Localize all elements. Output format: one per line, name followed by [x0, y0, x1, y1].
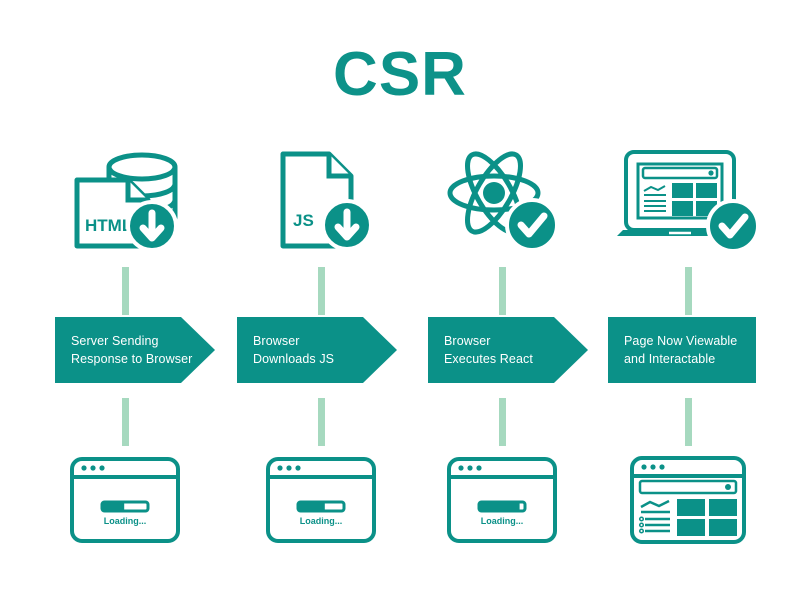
- connector-dashes-top: [122, 267, 129, 315]
- browser-status-label: Loading...: [481, 516, 524, 526]
- connector-dashes-bottom: [685, 398, 692, 446]
- react-atom-check-icon: [412, 145, 592, 255]
- connector-dashes-top: [685, 267, 692, 315]
- browser-rendered-window: [598, 450, 778, 550]
- step-column-1: HTML Server Sending Response to Browser …: [35, 145, 215, 555]
- step-banner-4: Page Now Viewable and Interactable: [608, 317, 756, 383]
- step-column-3: Browser Executes React Loading...: [412, 145, 592, 555]
- step-banner-label: Server Sending Response to Browser: [71, 333, 193, 366]
- connector-dashes-bottom: [499, 398, 506, 446]
- step-banner-label: Page Now Viewable and Interactable: [624, 333, 738, 366]
- browser-loading-window: Loading...: [231, 450, 411, 550]
- js-icon-label: JS: [293, 211, 314, 230]
- connector-dashes-bottom: [122, 398, 129, 446]
- step-banner-2: Browser Downloads JS: [237, 317, 397, 383]
- connector-dashes-top: [499, 267, 506, 315]
- js-document-download-icon: JS: [231, 145, 411, 255]
- page-title: CSR: [333, 40, 467, 109]
- step-banner-3: Browser Executes React: [428, 317, 588, 383]
- browser-status-label: Loading...: [300, 516, 343, 526]
- html-icon-label: HTML: [85, 216, 132, 235]
- browser-status-label: Loading...: [104, 516, 147, 526]
- laptop-rendered-page-check-icon: [598, 145, 778, 255]
- step-column-4: Page Now Viewable and Interactable: [598, 145, 778, 555]
- step-banner-label: Browser Executes React: [444, 333, 533, 366]
- step-banner-label: Browser Downloads JS: [253, 333, 335, 366]
- csr-diagram: CSR HTML Server Sending Response to Brow…: [0, 0, 800, 600]
- connector-dashes-top: [318, 267, 325, 315]
- step-banner-1: Server Sending Response to Browser: [55, 317, 215, 383]
- connector-dashes-bottom: [318, 398, 325, 446]
- browser-loading-window: Loading...: [35, 450, 215, 550]
- step-column-2: JS Browser Downloads JS Loading...: [231, 145, 411, 555]
- html-document-database-download-icon: HTML: [35, 145, 215, 255]
- browser-loading-window: Loading...: [412, 450, 592, 550]
